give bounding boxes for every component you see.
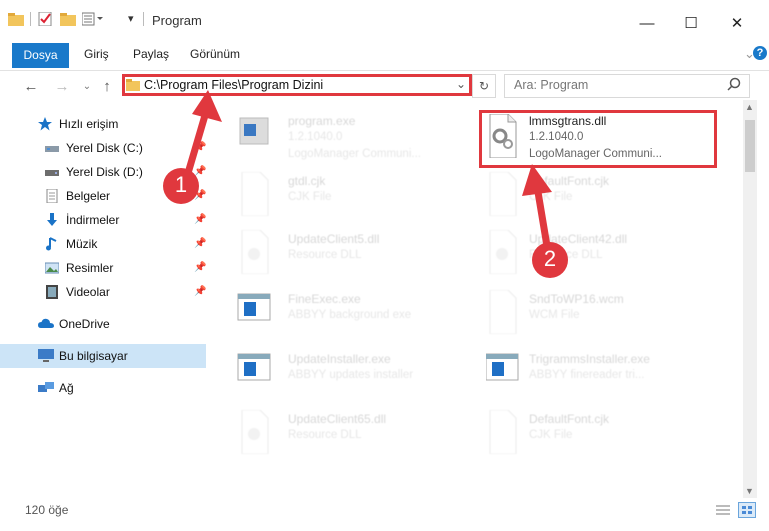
arrow-2 [522,164,552,253]
details-view-icon[interactable] [716,504,730,519]
arrow-1 [182,90,222,181]
item-count: 120 öğe [25,503,69,517]
callout-arrows [163,90,568,278]
large-icons-view-icon[interactable] [738,502,756,518]
callout-number-2: 2 [543,246,557,271]
callout-number-1: 1 [174,172,188,197]
